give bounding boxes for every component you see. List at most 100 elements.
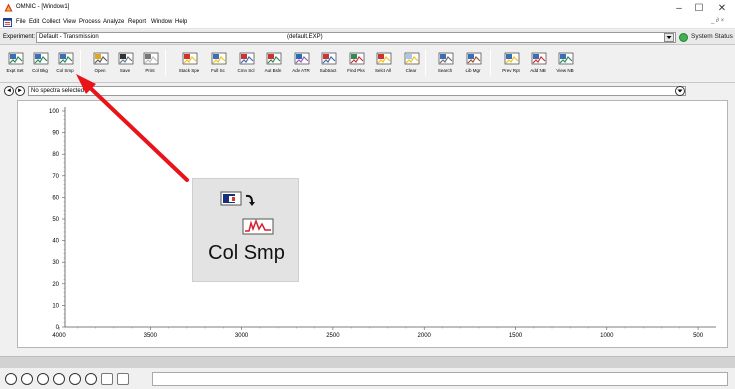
toolbar-button-label: Lib Mgr	[465, 68, 481, 73]
menu-report[interactable]: Report	[128, 19, 146, 25]
expt-set-button[interactable]: Expt Set	[2, 49, 28, 80]
toolbar-separator	[425, 50, 426, 76]
save-disk-icon	[118, 52, 134, 65]
horizontal-scrollbar[interactable]	[0, 356, 735, 368]
menu-file[interactable]: File	[16, 19, 26, 25]
next-spectrum-button[interactable]: ►	[15, 86, 25, 96]
common-scale-icon	[239, 52, 255, 65]
clear-button[interactable]: Clear	[398, 49, 424, 80]
command-line[interactable]	[152, 372, 728, 386]
pointer-tool-icon[interactable]	[5, 373, 17, 385]
stack-spectra-icon	[182, 52, 198, 65]
y-tick-label: 80	[52, 152, 59, 158]
menu-help[interactable]: Help	[175, 19, 187, 25]
peak-area-tool-icon[interactable]	[53, 373, 65, 385]
spectral-info-tool-icon[interactable]	[69, 373, 81, 385]
search-button[interactable]: Search	[432, 49, 458, 80]
view-notebook-icon	[558, 52, 574, 65]
full-sc-button[interactable]: Full Sc	[205, 49, 231, 80]
system-status-icon[interactable]	[679, 33, 688, 42]
omnic-app-icon	[4, 3, 13, 12]
menu-bar: File Edit Collect View Process Analyze R…	[0, 17, 735, 29]
select-all-icon	[376, 52, 392, 65]
subtract-icon	[321, 52, 337, 65]
collect-sample-icon	[220, 191, 274, 235]
advanced-atr-icon	[294, 52, 310, 65]
previous-spectrum-button[interactable]: ◄	[4, 86, 14, 96]
y-tick-label: 30	[52, 260, 59, 266]
toolbar-button-label: Print	[145, 68, 155, 73]
clear-icon	[404, 52, 420, 65]
y-tick-label: 90	[52, 131, 59, 137]
adv-atr-button[interactable]: Adv ATR	[288, 49, 314, 80]
collect-sample-icon	[58, 52, 74, 65]
toolbar-button-label: Col Smp	[56, 68, 74, 73]
x-tick-label: 500	[693, 333, 704, 339]
find-pks-button[interactable]: Find Pks	[343, 49, 369, 80]
open-button[interactable]: Open	[87, 49, 113, 80]
minimize-button[interactable]: –	[670, 2, 688, 15]
system-status-label[interactable]: System Status	[691, 33, 733, 40]
toolbar-separator	[165, 50, 166, 76]
chevron-down-icon[interactable]	[675, 86, 685, 96]
open-folder-icon	[93, 52, 109, 65]
find-peaks-icon	[349, 52, 365, 65]
menu-process[interactable]: Process	[79, 19, 101, 25]
view-nb-button[interactable]: View NB	[552, 49, 578, 80]
col-smp-button[interactable]: Col Smp	[52, 49, 78, 80]
experiment-file: (default.EXP)	[287, 34, 323, 40]
spectra-status: No spectra selected	[31, 88, 85, 94]
save-button[interactable]: Save	[112, 49, 138, 80]
experiment-select[interactable]: Default - Transmission (default.EXP)	[36, 32, 676, 43]
x-tick-label: 2000	[418, 333, 432, 339]
spectrum-axes: 10090807060504030201004000 3500 3000 2500 20…	[49, 107, 716, 339]
document-window-icon	[3, 18, 12, 27]
add-notebook-icon	[531, 52, 547, 65]
y-tick-label: 60	[52, 195, 59, 201]
text-tool-icon[interactable]	[85, 373, 97, 385]
spectrum-plot[interactable]: 100 90 80 70 60 50 40 30 20 10 0 4000 3500 3000 2500 20…	[17, 100, 728, 348]
y-tick-label: 70	[52, 174, 59, 180]
preview-report-icon	[504, 52, 520, 65]
experiment-bar: Experiment: Default - Transmission (defa…	[0, 30, 735, 45]
menu-analyze[interactable]: Analyze	[103, 19, 124, 25]
printer-icon	[143, 52, 159, 65]
toolbar-button-label: View NB	[556, 68, 574, 73]
x-tick-label: 3500	[144, 333, 158, 339]
x-tick-label: 2500	[326, 333, 340, 339]
subtract-button[interactable]: Subtract	[315, 49, 341, 80]
y-tick-label: 40	[52, 239, 59, 245]
menu-view[interactable]: View	[63, 19, 76, 25]
chevron-down-icon[interactable]	[664, 33, 674, 42]
tools-menu-icon[interactable]	[117, 373, 129, 385]
y-tick-label: 100	[49, 109, 60, 115]
peak-height-tool-icon[interactable]	[37, 373, 49, 385]
pan-zoom-tool-icon[interactable]	[101, 373, 113, 385]
maximize-button[interactable]: ☐	[690, 2, 708, 15]
selct-all-button[interactable]: Selct All	[370, 49, 396, 80]
callout-label: Col Smp	[208, 242, 285, 264]
mdi-controls[interactable]: _ ∂ ×	[711, 18, 724, 24]
col-bkg-button[interactable]: Col Bkg	[27, 49, 53, 80]
experiment-value: Default - Transmission	[39, 34, 99, 40]
menu-edit[interactable]: Edit	[29, 19, 39, 25]
toolbar-separator	[80, 50, 81, 76]
menu-window[interactable]: Window	[151, 19, 172, 25]
full-scale-icon	[211, 52, 227, 65]
aut-bsln-button[interactable]: Aut Bsln	[260, 49, 286, 80]
plot-axis-lines	[64, 107, 716, 328]
prev-rpt-button[interactable]: Prev Rpt	[498, 49, 524, 80]
cmn-scl-button[interactable]: Cmn Scl	[233, 49, 259, 80]
y-tick-label: 50	[52, 217, 59, 223]
add-nb-button[interactable]: Add NB	[525, 49, 551, 80]
y-tick-label: 10	[52, 303, 59, 309]
menu-collect[interactable]: Collect	[42, 19, 60, 25]
stack-spe-button[interactable]: Stack Spe	[176, 49, 202, 80]
region-tool-icon[interactable]	[21, 373, 33, 385]
lib-mgr-button[interactable]: Lib Mgr	[460, 49, 486, 80]
close-button[interactable]: ✕	[713, 2, 731, 15]
print-button[interactable]: Print	[137, 49, 163, 80]
expt-set-icon	[8, 52, 24, 65]
spectra-selector[interactable]: No spectra selected	[28, 86, 686, 96]
x-tick-label: 1500	[509, 333, 523, 339]
